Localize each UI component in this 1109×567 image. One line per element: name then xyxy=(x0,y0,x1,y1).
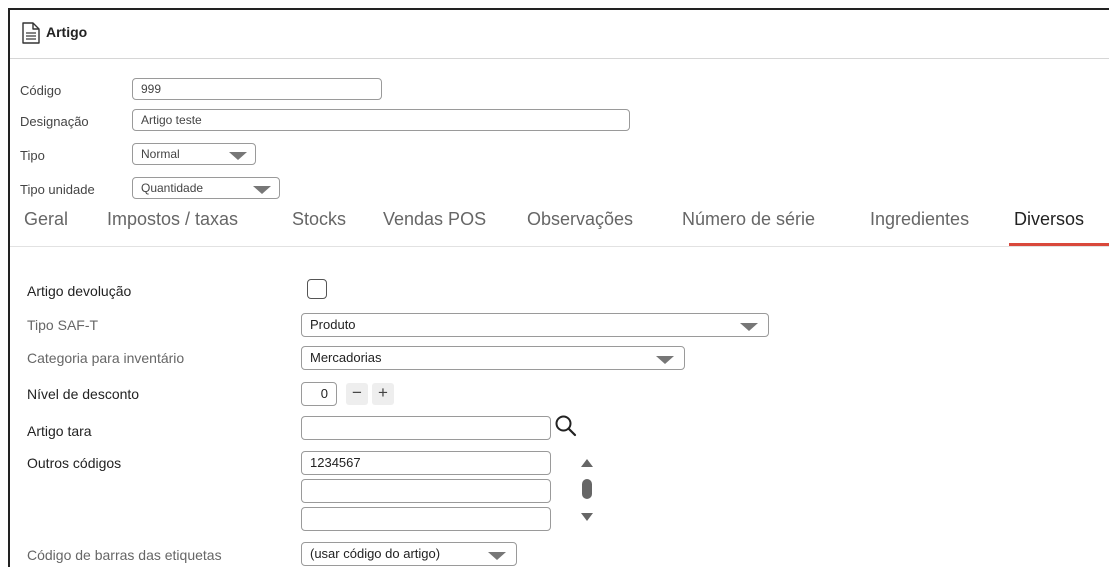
tipo-select-value: Normal xyxy=(141,147,180,161)
outros-codigos-input-3[interactable] xyxy=(301,507,551,531)
chevron-down-icon xyxy=(740,323,758,331)
tab-ingredientes[interactable]: Ingredientes xyxy=(870,209,969,230)
tab-stocks[interactable]: Stocks xyxy=(292,209,346,230)
codigo-label: Código xyxy=(20,83,62,98)
outros-codigos-input-2[interactable] xyxy=(301,479,551,503)
designacao-input[interactable]: Artigo teste xyxy=(132,109,630,131)
tab-numero-de-serie[interactable]: Número de série xyxy=(682,209,815,230)
tab-geral[interactable]: Geral xyxy=(24,209,68,230)
decrement-button[interactable]: − xyxy=(346,383,368,405)
artigo-window: Artigo Código 999 Designação Artigo test… xyxy=(8,8,1109,567)
scrollbar-thumb[interactable] xyxy=(582,479,592,499)
tab-diversos[interactable]: Diversos xyxy=(1014,209,1084,230)
categoria-inventario-label: Categoria para inventário xyxy=(27,350,185,366)
designacao-label: Designação xyxy=(20,114,89,129)
artigo-devolucao-checkbox[interactable] xyxy=(307,279,327,299)
outros-codigos-input-1[interactable]: 1234567 xyxy=(301,451,551,475)
tipo-saft-select[interactable]: Produto xyxy=(301,313,769,337)
categoria-inventario-select-value: Mercadorias xyxy=(310,350,382,365)
tipo-label: Tipo xyxy=(20,148,45,163)
artigo-tara-label: Artigo tara xyxy=(27,423,92,439)
tipo-unidade-select-value: Quantidade xyxy=(141,181,204,195)
nivel-desconto-label: Nível de desconto xyxy=(27,386,140,402)
search-icon[interactable] xyxy=(554,414,578,438)
tab-vendas-pos[interactable]: Vendas POS xyxy=(383,209,486,230)
active-tab-indicator xyxy=(1009,243,1109,246)
tab-observacoes[interactable]: Observações xyxy=(527,209,633,230)
tipo-saft-select-value: Produto xyxy=(310,317,356,332)
tipo-unidade-label: Tipo unidade xyxy=(20,182,95,197)
tipo-saft-label: Tipo SAF-T xyxy=(27,317,99,333)
codigo-barras-select-value: (usar código do artigo) xyxy=(310,546,441,561)
window-titlebar: Artigo xyxy=(10,10,1109,59)
increment-button[interactable]: + xyxy=(372,383,394,405)
artigo-tara-input[interactable] xyxy=(301,416,551,440)
tab-bar: Geral Impostos / taxas Stocks Vendas POS… xyxy=(10,206,1109,247)
tipo-unidade-select[interactable]: Quantidade xyxy=(132,177,280,199)
categoria-inventario-select[interactable]: Mercadorias xyxy=(301,346,685,370)
nivel-desconto-input[interactable]: 0 xyxy=(301,382,337,406)
artigo-devolucao-label: Artigo devolução xyxy=(27,283,132,299)
chevron-down-icon xyxy=(656,356,674,364)
chevron-down-icon xyxy=(488,552,506,560)
codigo-input[interactable]: 999 xyxy=(132,78,382,100)
tipo-select[interactable]: Normal xyxy=(132,143,256,165)
chevron-down-icon xyxy=(229,152,247,160)
scroll-up-arrow-icon[interactable] xyxy=(581,459,593,467)
window-title: Artigo xyxy=(46,24,88,40)
document-icon xyxy=(22,22,40,44)
outros-codigos-label: Outros códigos xyxy=(27,455,122,471)
codigo-barras-select[interactable]: (usar código do artigo) xyxy=(301,542,517,566)
chevron-down-icon xyxy=(253,186,271,194)
scroll-down-arrow-icon[interactable] xyxy=(581,513,593,521)
tab-impostos-taxas[interactable]: Impostos / taxas xyxy=(107,209,238,230)
codigo-barras-label: Código de barras das etiquetas xyxy=(27,547,222,563)
